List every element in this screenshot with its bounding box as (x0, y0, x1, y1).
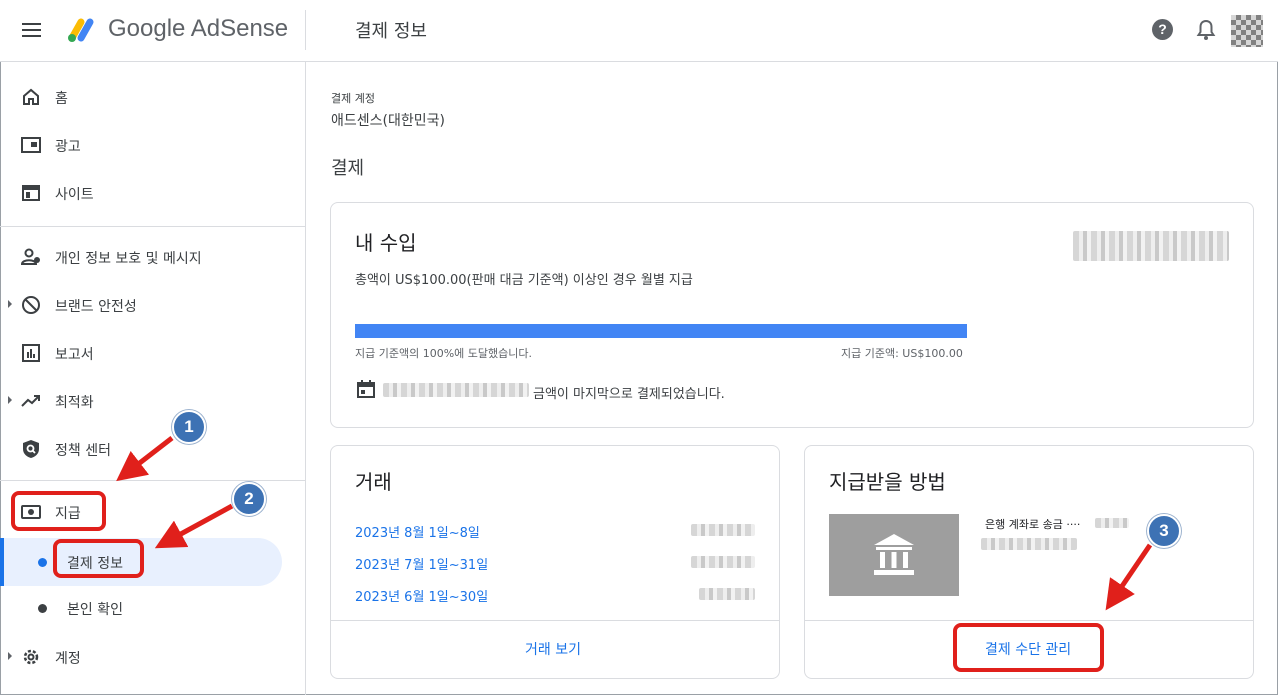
step-badge-1: 1 (172, 410, 206, 444)
step-badge-2: 2 (232, 482, 266, 516)
annotation-arrows (116, 436, 1153, 611)
arrow-2 (154, 503, 234, 549)
arrow-1 (116, 436, 174, 482)
arrow-3 (1105, 543, 1153, 611)
step-badge-3: 3 (1147, 514, 1181, 548)
